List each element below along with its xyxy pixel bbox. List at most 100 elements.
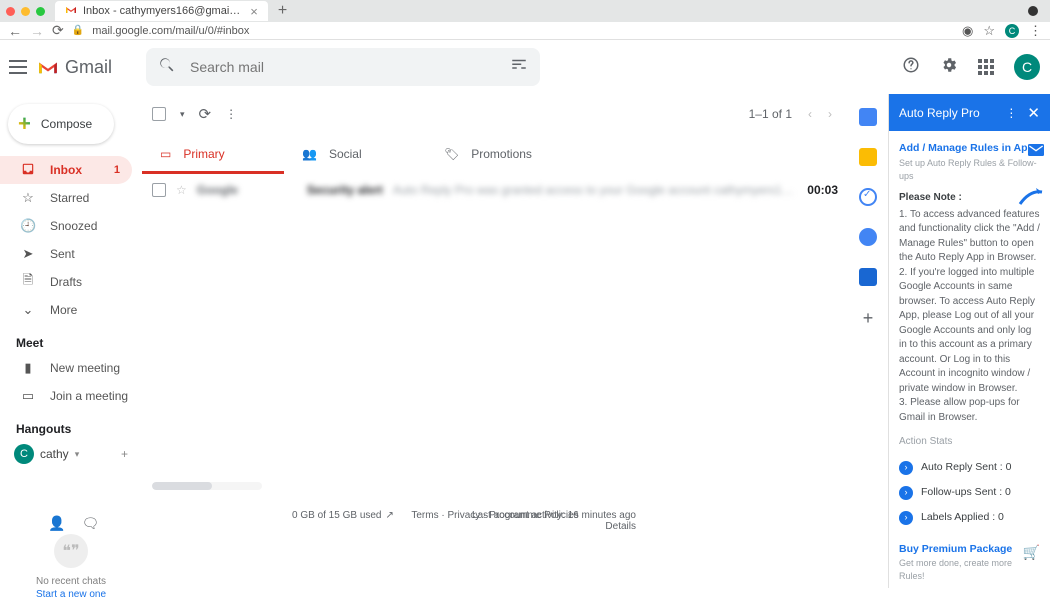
panel-close-icon[interactable]: ✕ <box>1027 104 1040 122</box>
note-1: 1. To access advanced features and funct… <box>899 208 1040 266</box>
details-link[interactable]: Details <box>605 521 636 532</box>
hangouts-user-row[interactable]: C cathy ▾ + <box>0 444 142 464</box>
horizontal-scrollbar[interactable] <box>152 482 262 490</box>
message-row[interactable]: ☆ Google Security alert Auto Reply Pro w… <box>142 174 848 206</box>
category-tabs: ▭Primary 👥Social 🏷 Promotions <box>142 134 848 174</box>
tab-promotions[interactable]: 🏷 Promotions <box>426 134 568 174</box>
search-icon[interactable] <box>158 56 176 79</box>
window-controls[interactable] <box>6 7 45 16</box>
back-button[interactable]: ← <box>8 23 22 39</box>
more-actions-icon[interactable]: ⋮ <box>225 107 237 121</box>
chat-icon[interactable]: 🗨 <box>81 515 99 532</box>
prev-page-icon[interactable]: ‹ <box>808 107 812 121</box>
row-checkbox[interactable] <box>152 183 166 197</box>
stat-auto-reply: ›Auto Reply Sent : 0 <box>899 460 1040 475</box>
chevron-down-icon: ▾ <box>75 449 80 460</box>
meet-heading: Meet <box>0 324 142 354</box>
hangouts-add-icon[interactable]: + <box>121 447 128 461</box>
gmail-m-icon <box>37 59 59 75</box>
hangouts-heading: Hangouts <box>0 410 142 440</box>
next-page-icon[interactable]: › <box>828 107 832 121</box>
main-menu-icon[interactable] <box>9 60 27 74</box>
inbox-count: 1 <box>114 164 120 176</box>
person-icon[interactable]: 👤 <box>48 515 65 532</box>
forward-button: → <box>30 23 44 39</box>
nav-snoozed[interactable]: 🕘Snoozed <box>0 212 132 240</box>
get-addons-icon[interactable]: + <box>863 308 874 329</box>
support-icon[interactable] <box>902 56 920 79</box>
address-bar: ← → ⟳ 🔒 mail.google.com/mail/u/0/#inbox … <box>0 22 1050 40</box>
compose-button[interactable]: + Compose <box>8 104 114 144</box>
message-subject: Security alert <box>307 183 383 197</box>
tab-primary[interactable]: ▭Primary <box>142 134 284 174</box>
calendar-icon[interactable] <box>859 108 877 126</box>
chevron-right-icon: › <box>899 461 913 475</box>
search-input[interactable] <box>188 58 498 76</box>
nav-inbox[interactable]: Inbox 1 <box>0 156 132 184</box>
hangouts-start-link[interactable]: Start a new one <box>0 589 142 600</box>
nav-more[interactable]: ⌄More <box>0 296 132 324</box>
nav-label: Starred <box>50 191 89 205</box>
maximize-window-icon[interactable] <box>36 7 45 16</box>
search-options-icon[interactable] <box>510 56 528 79</box>
side-panel-icons: + <box>848 94 888 534</box>
gmail-logo[interactable]: Gmail <box>37 57 112 78</box>
account-avatar[interactable]: C <box>1014 54 1040 80</box>
auto-reply-pro-icon[interactable] <box>859 268 877 286</box>
reload-button[interactable]: ⟳ <box>52 22 64 39</box>
nav-label: Snoozed <box>50 219 97 233</box>
new-tab-button[interactable]: + <box>278 2 287 20</box>
panel-menu-icon[interactable]: ⋮ <box>1005 106 1017 120</box>
settings-icon[interactable] <box>940 56 958 79</box>
tab-title: Inbox - cathymyers166@gmai… <box>83 5 240 17</box>
premium-link[interactable]: Buy Premium Package <box>899 542 1040 557</box>
nav-drafts[interactable]: 🗎Drafts <box>0 268 132 296</box>
chevron-right-icon: › <box>899 486 913 500</box>
bookmark-star-icon[interactable]: ☆ <box>983 23 995 39</box>
minimize-window-icon[interactable] <box>21 7 30 16</box>
tab-label: Primary <box>183 147 224 161</box>
lock-icon[interactable]: 🔒 <box>72 25 84 36</box>
panel-header: Auto Reply Pro ⋮ ✕ <box>889 94 1050 131</box>
nav-label: Drafts <box>50 275 82 289</box>
star-icon: ☆ <box>20 190 36 206</box>
stat-labels: ›Labels Applied : 0 <box>899 510 1040 525</box>
message-sender: Google <box>197 183 297 197</box>
tasks-icon[interactable] <box>859 188 877 206</box>
stat-label: Labels Applied : 0 <box>921 510 1004 525</box>
browser-account-icon[interactable] <box>1028 6 1038 16</box>
contacts-icon[interactable] <box>859 228 877 246</box>
manage-rules-link[interactable]: Add / Manage Rules in App <box>899 141 1040 156</box>
nav-sent[interactable]: ➤Sent <box>0 240 132 268</box>
tab-close-icon[interactable]: × <box>250 4 258 19</box>
meet-join[interactable]: ▭Join a meeting <box>0 382 132 410</box>
terms-link[interactable]: Terms <box>411 510 438 521</box>
gmail-favicon-icon <box>65 5 77 17</box>
select-all-checkbox[interactable] <box>152 107 166 121</box>
keep-icon[interactable] <box>859 148 877 166</box>
meet-join-label: Join a meeting <box>50 389 128 403</box>
tab-social[interactable]: 👥Social <box>284 134 426 174</box>
promotions-icon: 🏷 <box>444 147 459 161</box>
cart-icon[interactable]: 🛒 <box>1023 542 1040 562</box>
search-box[interactable] <box>146 48 540 86</box>
compose-label: Compose <box>41 117 92 131</box>
browser-menu-icon[interactable]: ⋮ <box>1029 23 1042 39</box>
meet-new[interactable]: ▮New meeting <box>0 354 132 382</box>
refresh-button[interactable]: ⟳ <box>199 105 212 123</box>
nav-starred[interactable]: ☆ Starred <box>0 184 132 212</box>
google-apps-icon[interactable] <box>978 59 994 75</box>
eye-icon[interactable]: ◉ <box>962 23 973 39</box>
close-window-icon[interactable] <box>6 7 15 16</box>
storage-open-icon[interactable]: ↗ <box>386 510 394 521</box>
select-dropdown-icon[interactable]: ▾ <box>180 109 185 120</box>
url-text[interactable]: mail.google.com/mail/u/0/#inbox <box>92 25 954 37</box>
video-icon: ▮ <box>20 360 36 376</box>
note-3: 3. Please allow pop-ups for Gmail in Bro… <box>899 396 1040 425</box>
tab-label: Promotions <box>471 147 532 161</box>
browser-profile-avatar[interactable]: C <box>1005 24 1019 38</box>
manage-rules-sub: Set up Auto Reply Rules & Follow-ups <box>899 157 1040 183</box>
browser-tab[interactable]: Inbox - cathymyers166@gmai… × <box>55 1 268 21</box>
row-star-icon[interactable]: ☆ <box>176 183 187 197</box>
sent-icon: ➤ <box>20 246 36 262</box>
